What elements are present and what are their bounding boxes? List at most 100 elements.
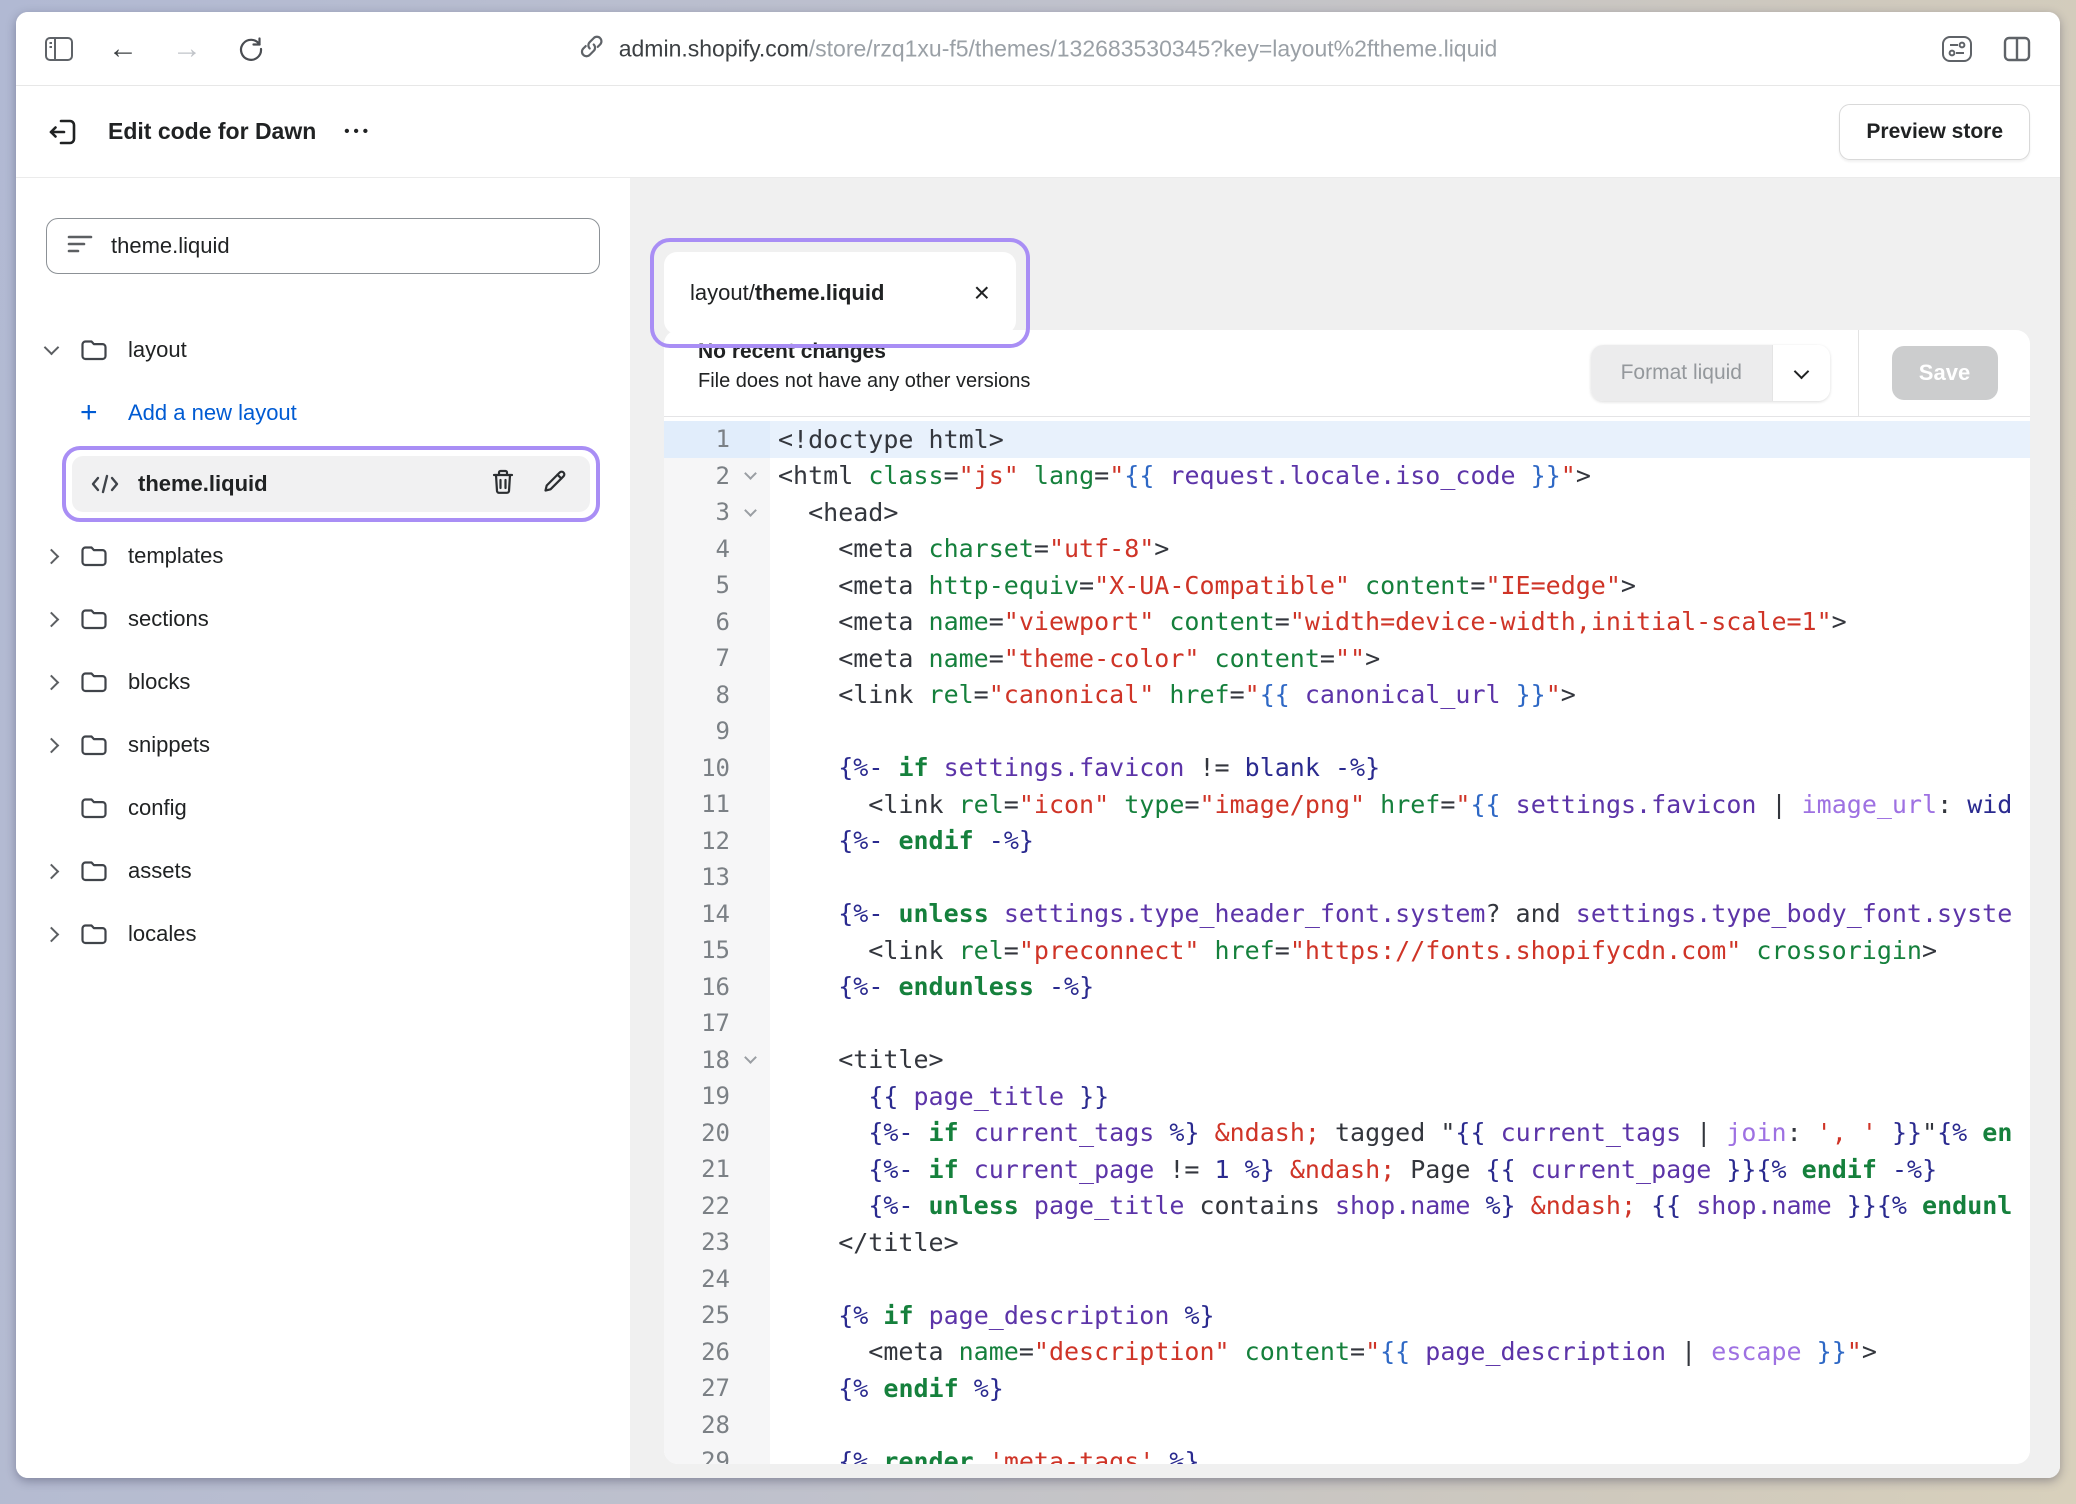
sidebar-item-theme-liquid[interactable]: theme.liquid (72, 456, 590, 512)
code-line[interactable]: 23 </title> (664, 1224, 2030, 1261)
sidebar-toggle-icon[interactable] (42, 32, 76, 66)
preview-store-button[interactable]: Preview store (1839, 104, 2030, 160)
code-line[interactable]: 4 <meta charset="utf-8"> (664, 531, 2030, 568)
line-gutter: 24 (664, 1261, 770, 1298)
folder-label: layout (128, 337, 187, 363)
code-line[interactable]: 10 {%- if settings.favicon != blank -%} (664, 750, 2030, 787)
code-line[interactable]: 13 (664, 859, 2030, 896)
file-search-input[interactable]: theme.liquid (46, 218, 600, 274)
add-new-layout-button[interactable]: +Add a new layout (46, 381, 600, 444)
chevron-right-icon[interactable] (44, 612, 60, 628)
tab-close-icon[interactable]: × (974, 279, 990, 307)
split-view-icon[interactable] (2000, 32, 2034, 66)
code-line[interactable]: 18 <title> (664, 1042, 2030, 1079)
code-line[interactable]: 1<!doctype html> (664, 421, 2030, 458)
code-line[interactable]: 12 {%- endif -%} (664, 823, 2030, 860)
tune-icon[interactable] (1940, 32, 1974, 66)
code-line[interactable]: 22 {%- unless page_title contains shop.n… (664, 1188, 2030, 1225)
sidebar-item-snippets[interactable]: snippets (46, 713, 600, 776)
sidebar-item-sections[interactable]: sections (46, 587, 600, 650)
line-number: 19 (664, 1082, 730, 1110)
line-number: 4 (664, 535, 730, 563)
code-line[interactable]: 15 <link rel="preconnect" href="https://… (664, 932, 2030, 969)
code-editor[interactable]: 1<!doctype html>2<html class="js" lang="… (664, 417, 2030, 1464)
line-number: 28 (664, 1411, 730, 1439)
delete-file-icon[interactable] (490, 468, 516, 501)
editor-card: No recent changes File does not have any… (664, 330, 2030, 1464)
code-text: <meta http-equiv="X-UA-Compatible" conte… (770, 571, 1636, 600)
code-file-icon (90, 473, 124, 495)
code-line[interactable]: 20 {%- if current_tags %} &ndash; tagged… (664, 1115, 2030, 1152)
forward-button[interactable]: → (170, 32, 204, 66)
sidebar-item-locales[interactable]: locales (46, 902, 600, 965)
rename-file-icon[interactable] (542, 468, 568, 501)
code-line[interactable]: 7 <meta name="theme-color" content=""> (664, 640, 2030, 677)
code-line[interactable]: 25 {% if page_description %} (664, 1297, 2030, 1334)
code-text: {{ page_title }} (770, 1082, 1109, 1111)
folder-icon (80, 796, 114, 820)
line-gutter: 4 (664, 531, 770, 568)
code-text: {% endif %} (770, 1374, 1004, 1403)
sidebar-item-layout[interactable]: layout (46, 318, 600, 381)
code-line[interactable]: 9 (664, 713, 2030, 750)
line-number: 29 (664, 1447, 730, 1464)
code-line[interactable]: 27 {% endif %} (664, 1370, 2030, 1407)
code-line[interactable]: 21 {%- if current_page != 1 %} &ndash; P… (664, 1151, 2030, 1188)
code-line[interactable]: 8 <link rel="canonical" href="{{ canonic… (664, 677, 2030, 714)
line-number: 10 (664, 754, 730, 782)
code-line[interactable]: 16 {%- endunless -%} (664, 969, 2030, 1006)
sidebar-item-templates[interactable]: templates (46, 524, 600, 587)
code-line[interactable]: 17 (664, 1005, 2030, 1042)
chevron-right-icon[interactable] (44, 675, 60, 691)
chevron-right-icon[interactable] (44, 549, 60, 565)
tab-theme-liquid[interactable]: layout/theme.liquid × (664, 252, 1016, 334)
code-line[interactable]: 29 {% render 'meta-tags' %} (664, 1443, 2030, 1464)
overflow-menu-button[interactable]: ••• (344, 123, 372, 140)
code-line[interactable]: 26 <meta name="description" content="{{ … (664, 1334, 2030, 1371)
line-gutter: 8 (664, 677, 770, 714)
sidebar-item-blocks[interactable]: blocks (46, 650, 600, 713)
line-gutter: 7 (664, 640, 770, 677)
code-line[interactable]: 6 <meta name="viewport" content="width=d… (664, 604, 2030, 641)
folder-icon (80, 338, 114, 362)
code-line[interactable]: 11 <link rel="icon" type="image/png" hre… (664, 786, 2030, 823)
folder-icon (80, 859, 114, 883)
format-liquid-dropdown[interactable] (1772, 345, 1830, 401)
folder-icon (80, 607, 114, 631)
code-line[interactable]: 24 (664, 1261, 2030, 1298)
fold-chevron-icon[interactable] (744, 504, 757, 517)
chevron-right-icon[interactable] (44, 738, 60, 754)
code-line[interactable]: 28 (664, 1407, 2030, 1444)
save-button[interactable]: Save (1892, 346, 1998, 400)
url-bar[interactable]: admin.shopify.com/store/rzq1xu-f5/themes… (579, 33, 1498, 64)
line-gutter: 1 (664, 421, 770, 458)
code-line[interactable]: 2<html class="js" lang="{{ request.local… (664, 458, 2030, 495)
code-line[interactable]: 14 {%- unless settings.type_header_font.… (664, 896, 2030, 933)
line-gutter: 19 (664, 1078, 770, 1115)
sidebar-item-config[interactable]: config (46, 776, 600, 839)
reload-button[interactable] (234, 32, 268, 66)
fold-chevron-icon[interactable] (744, 1051, 757, 1064)
sidebar-item-assets[interactable]: assets (46, 839, 600, 902)
line-gutter: 10 (664, 750, 770, 787)
code-text: <link rel="icon" type="image/png" href="… (770, 790, 2012, 819)
line-gutter: 17 (664, 1005, 770, 1042)
chevron-right-icon[interactable] (44, 864, 60, 880)
line-number: 2 (664, 462, 730, 490)
line-gutter: 5 (664, 567, 770, 604)
exit-editor-icon[interactable] (46, 115, 80, 149)
format-liquid-button[interactable]: Format liquid (1591, 345, 1830, 401)
line-number: 18 (664, 1046, 730, 1074)
chevron-right-icon[interactable] (44, 927, 60, 943)
line-number: 20 (664, 1119, 730, 1147)
back-button[interactable]: ← (106, 32, 140, 66)
code-line[interactable]: 3 <head> (664, 494, 2030, 531)
line-gutter: 2 (664, 458, 770, 495)
fold-chevron-icon[interactable] (744, 467, 757, 480)
line-gutter: 21 (664, 1151, 770, 1188)
line-gutter: 23 (664, 1224, 770, 1261)
chevron-down-icon[interactable] (44, 340, 60, 356)
code-line[interactable]: 5 <meta http-equiv="X-UA-Compatible" con… (664, 567, 2030, 604)
line-gutter: 29 (664, 1443, 770, 1464)
code-line[interactable]: 19 {{ page_title }} (664, 1078, 2030, 1115)
